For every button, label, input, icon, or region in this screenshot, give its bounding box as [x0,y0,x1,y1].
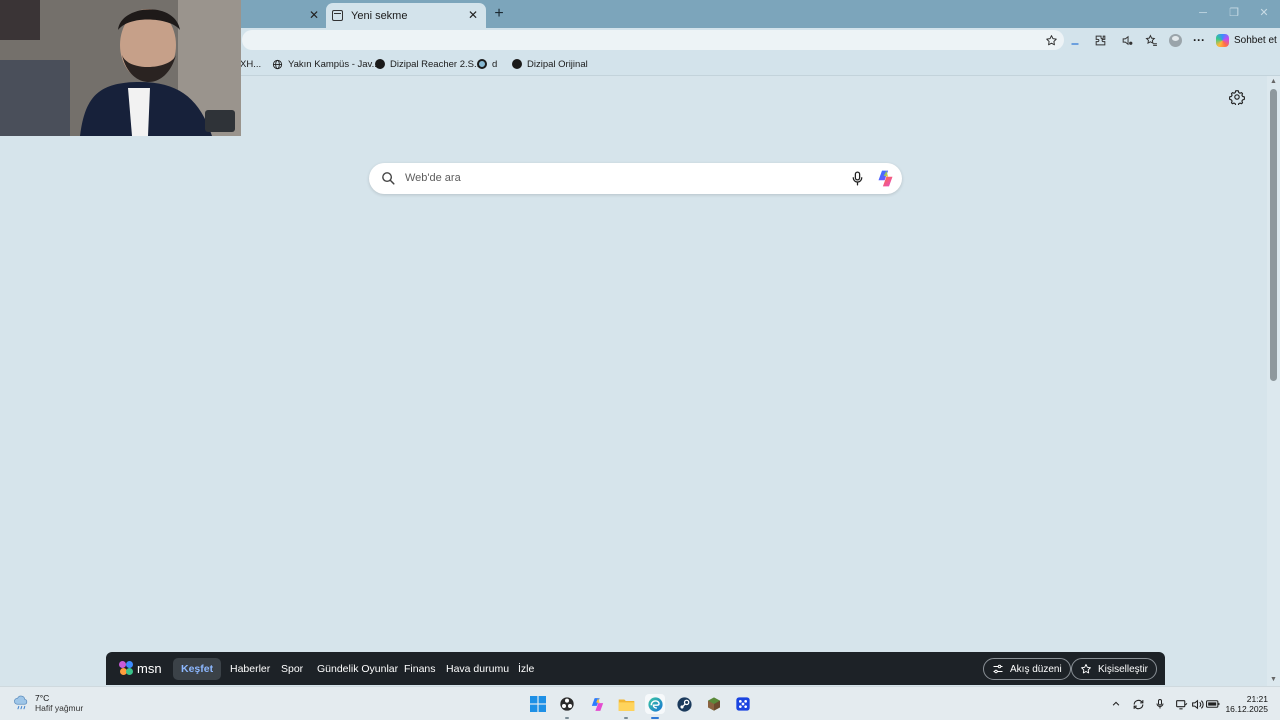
feed-layout-button[interactable]: Akış düzeni [983,658,1071,680]
msn-logo[interactable]: msn [119,659,162,677]
msn-feed-bar: msn Keşfet Haberler Spor Gündelik Oyunla… [106,652,1165,685]
tab-gundelik-oyunlar[interactable]: Gündelik Oyunlar [309,658,406,680]
more-icon[interactable]: ··· [1191,32,1207,48]
weather-temperature: 7°C [35,693,50,703]
dark-dot-icon [375,59,385,69]
personalize-label: Kişiselleştir [1098,663,1149,675]
close-tab-icon[interactable]: ✕ [307,8,321,22]
favorite-item[interactable]: Yakın Kampüs - Jav... [272,57,380,71]
favorite-star-icon[interactable] [1043,32,1059,48]
globe-icon [272,59,283,69]
web-search-box [369,163,902,194]
tab-kesfet[interactable]: Keşfet [173,658,222,680]
search-input[interactable] [405,168,835,188]
minecraft-icon[interactable] [704,694,724,714]
favorite-item[interactable]: XH... [240,57,261,71]
download-icon[interactable] [1067,32,1083,48]
running-indicator [651,717,659,719]
scroll-up-icon[interactable]: ▲ [1269,78,1278,86]
favorites-icon[interactable] [1143,32,1159,48]
chat-button[interactable]: Sohbet et [1216,31,1277,49]
read-aloud-icon[interactable] [1119,32,1135,48]
game-app-icon[interactable] [733,694,753,714]
favorite-label: Yakın Kampüs - Jav... [288,58,380,70]
rain-cloud-icon [14,695,28,710]
volume-icon[interactable] [1189,696,1205,712]
ring-icon [477,59,487,69]
personalize-button[interactable]: Kişiselleştir [1071,658,1158,680]
tab-hava-durumu[interactable]: Hava durumu [438,658,517,680]
running-indicator [565,717,569,719]
favorite-item[interactable]: d [477,57,497,71]
favorite-item[interactable]: Dizipal Orijinal [512,57,588,71]
sync-icon[interactable] [1130,696,1146,712]
new-tab-page: ▲ ▼ [0,76,1280,686]
tab-title: Yeni sekme [351,9,408,22]
favorite-label: d [492,58,498,70]
windows-taskbar: 7°C Hafif yağmur 21:21 16.12.2025 [0,686,1280,720]
webcam-person-image [0,0,241,136]
feed-layout-label: Akış düzeni [1010,663,1062,675]
system-clock[interactable]: 21:21 16.12.2025 [1225,694,1268,714]
minimize-icon[interactable]: ─ [1196,6,1210,20]
clock-time: 21:21 [1246,694,1268,704]
copilot-icon [1216,33,1229,47]
network-icon[interactable] [1173,696,1189,712]
scroll-down-icon[interactable]: ▼ [1269,676,1278,684]
gear-icon[interactable] [1228,89,1247,107]
running-indicator [624,717,628,719]
weather-widget[interactable]: 7°C Hafif yağmur [12,693,83,714]
close-tab-icon[interactable]: ✕ [466,8,480,22]
msn-logo-text: msn [137,660,162,676]
tab-finans[interactable]: Finans [396,658,444,680]
plus-icon[interactable]: + [490,5,508,23]
favorite-label: Dizipal Reacher 2.S... [390,58,482,70]
extensions-icon[interactable] [1092,32,1108,48]
tab-izle[interactable]: İzle [510,658,542,680]
favorite-item[interactable]: Dizipal Reacher 2.S... [375,57,482,71]
favorite-label: XH... [240,58,262,70]
scrollbar-thumb[interactable] [1270,89,1277,381]
steam-icon[interactable] [674,694,694,714]
battery-icon[interactable] [1205,696,1221,712]
tab-new-tab[interactable]: Yeni sekme ✕ [326,3,486,28]
chat-label: Sohbet et [1234,34,1277,46]
tab-spor[interactable]: Spor [273,658,311,680]
profile-icon[interactable] [1167,32,1183,48]
favorite-label: Dizipal Orijinal [527,58,588,70]
new-tab-page-icon [332,10,343,21]
close-window-icon[interactable]: ✕ [1257,6,1271,20]
msn-butterfly-icon [119,660,134,676]
clock-date: 16.12.2025 [1225,704,1268,714]
obs-icon[interactable] [557,694,577,719]
microphone-icon[interactable] [1152,696,1168,712]
edge-icon[interactable] [645,694,665,719]
weather-description: Hafif yağmur [35,703,84,713]
tab-haberler[interactable]: Haberler [222,658,278,680]
search-icon [382,172,395,185]
windows-start-icon[interactable] [528,694,548,714]
copilot-icon[interactable] [587,694,607,714]
address-bar[interactable] [242,30,1064,50]
sliders-icon [993,664,1003,674]
copilot-icon[interactable] [875,168,896,189]
sparkle-star-icon [1081,664,1091,674]
chevron-up-icon[interactable] [1108,696,1124,712]
file-explorer-icon[interactable] [616,694,636,719]
microphone-icon[interactable] [849,170,866,187]
page-scrollbar[interactable]: ▲ ▼ [1267,76,1280,686]
restore-icon[interactable]: ❐ [1227,6,1241,20]
dark-dot-icon [512,59,522,69]
webcam-overlay [0,0,241,136]
